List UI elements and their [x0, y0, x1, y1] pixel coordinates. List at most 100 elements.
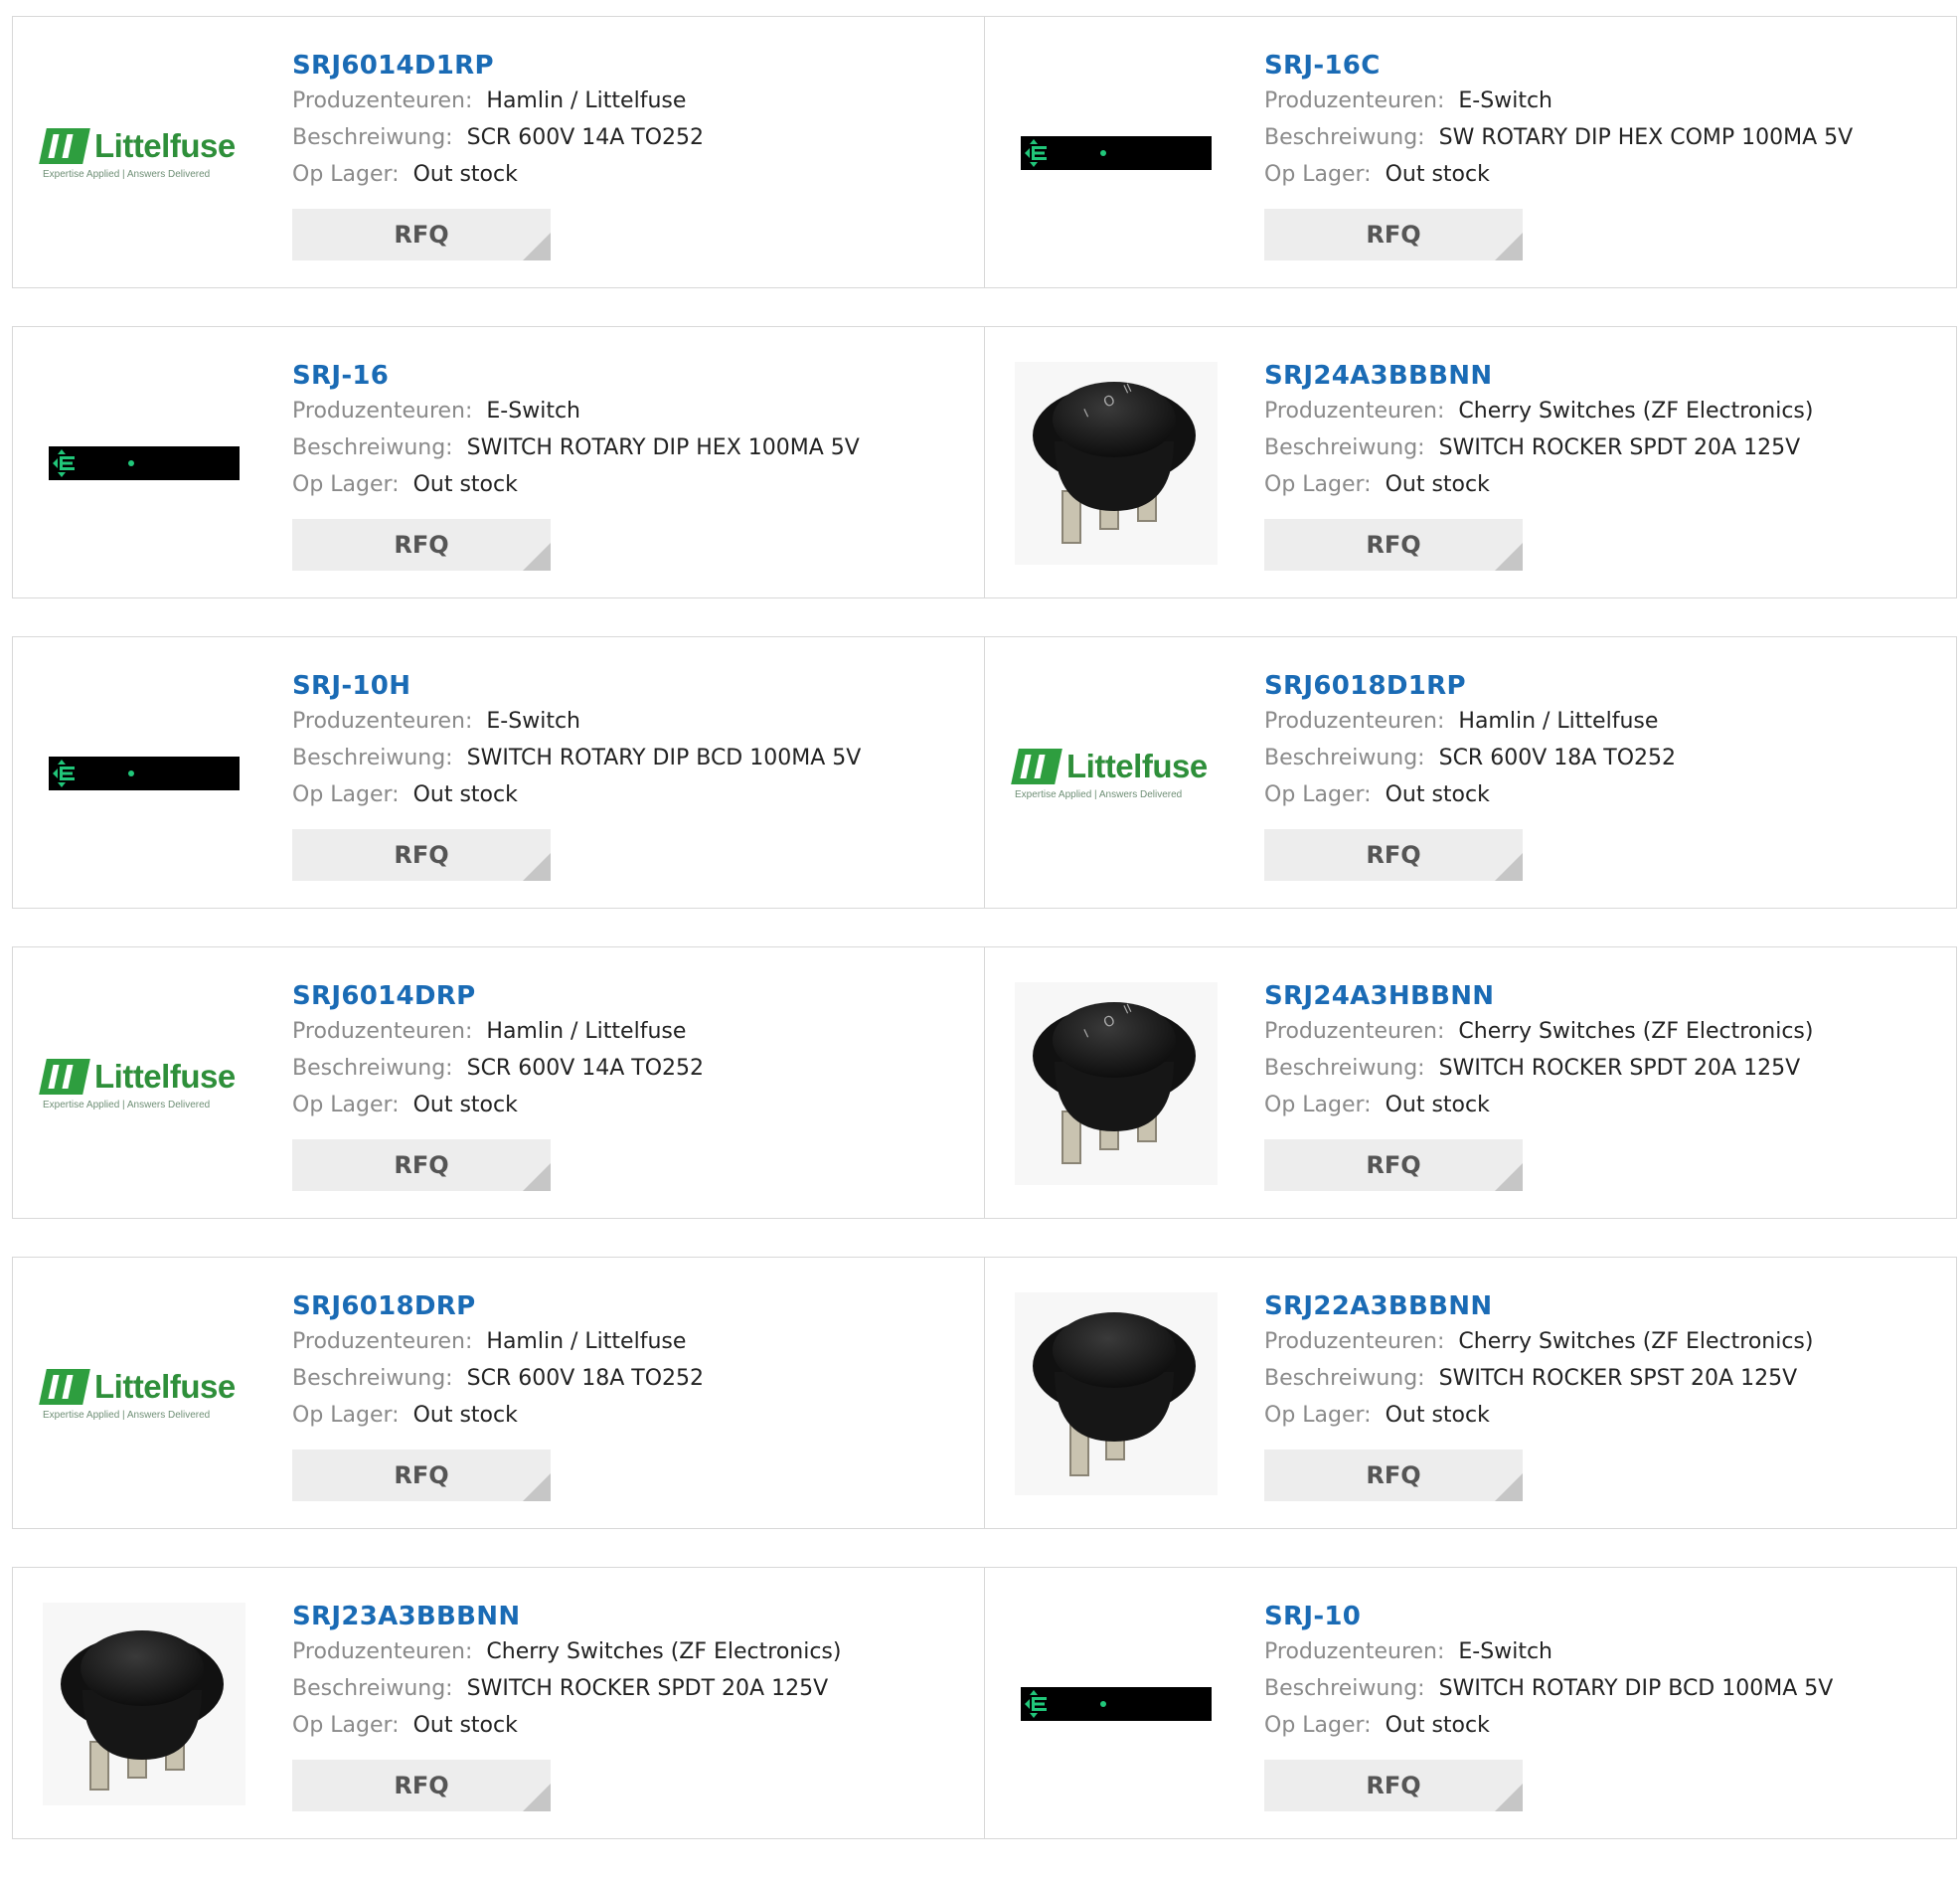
eswitch-dot-icon	[128, 460, 134, 466]
rfq-button[interactable]: RFQ	[1264, 1760, 1523, 1811]
description-line: Beschreiwung: SCR 600V 14A TO252	[292, 119, 974, 156]
part-number-link[interactable]: SRJ6014DRP	[292, 979, 974, 1013]
product-info: SRJ24A3BBBNN Produzenteuren: Cherry Switc…	[1264, 359, 1946, 571]
rocker-switch-3pin-image: I O II	[1015, 982, 1218, 1185]
stock-line: Op Lager: Out stock	[292, 776, 974, 813]
product-image[interactable]: Littelfuse Expertise Applied | Answers D…	[39, 947, 245, 1220]
part-number-link[interactable]: SRJ-16C	[1264, 49, 1946, 83]
stock-value: Out stock	[412, 1093, 518, 1117]
description-label: Beschreiwung:	[292, 1366, 453, 1391]
stock-value: Out stock	[1385, 782, 1490, 807]
product-image[interactable]: Littelfuse Expertise Applied | Answers D…	[39, 1258, 245, 1530]
description-label: Beschreiwung:	[1264, 746, 1425, 770]
manufacturer-label: Produzenteuren:	[292, 1639, 473, 1664]
product-image[interactable]	[43, 637, 245, 910]
description-value: SWITCH ROTARY DIP HEX 100MA 5V	[466, 435, 860, 460]
description-label: Beschreiwung:	[1264, 1056, 1425, 1081]
product-card: Littelfuse Expertise Applied | Answers D…	[12, 1257, 985, 1529]
description-line: Beschreiwung: SWITCH ROTARY DIP BCD 100MA…	[292, 740, 974, 776]
manufacturer-line: Produzenteuren: Cherry Switches (ZF Elect…	[1264, 1013, 1946, 1050]
rfq-button[interactable]: RFQ	[1264, 1450, 1523, 1501]
product-image[interactable]: Littelfuse Expertise Applied | Answers D…	[39, 17, 245, 289]
stock-label: Op Lager:	[1264, 472, 1372, 497]
part-number-link[interactable]: SRJ23A3BBBNN	[292, 1600, 974, 1633]
stock-line: Op Lager: Out stock	[1264, 1087, 1946, 1123]
stock-line: Op Lager: Out stock	[1264, 466, 1946, 503]
rfq-corner-icon	[523, 853, 551, 881]
part-number-link[interactable]: SRJ6018D1RP	[1264, 669, 1946, 703]
stock-line: Op Lager: Out stock	[292, 1397, 974, 1434]
manufacturer-line: Produzenteuren: Cherry Switches (ZF Elect…	[1264, 1323, 1946, 1360]
stock-value: Out stock	[412, 782, 518, 807]
description-label: Beschreiwung:	[292, 435, 453, 460]
product-image[interactable]: Littelfuse Expertise Applied | Answers D…	[1011, 637, 1218, 910]
product-info: SRJ-10H Produzenteuren: E-Switch Beschrei…	[292, 669, 974, 881]
product-row: Littelfuse Expertise Applied | Answers D…	[12, 16, 1957, 288]
part-number-link[interactable]: SRJ24A3BBBNN	[1264, 359, 1946, 393]
part-number-link[interactable]: SRJ-16	[292, 359, 974, 393]
product-card: SRJ-16 Produzenteuren: E-Switch Beschreiw…	[12, 326, 985, 598]
rfq-button[interactable]: RFQ	[292, 209, 551, 260]
part-number-link[interactable]: SRJ-10H	[292, 669, 974, 703]
part-number-link[interactable]: SRJ24A3HBBNN	[1264, 979, 1946, 1013]
stock-value: Out stock	[1385, 1093, 1490, 1117]
part-number-link[interactable]: SRJ-10	[1264, 1600, 1946, 1633]
description-value: SWITCH ROCKER SPST 20A 125V	[1438, 1366, 1798, 1391]
rfq-label: RFQ	[394, 1151, 449, 1179]
stock-label: Op Lager:	[292, 782, 400, 807]
rfq-button[interactable]: RFQ	[292, 519, 551, 571]
stock-line: Op Lager: Out stock	[1264, 776, 1946, 813]
manufacturer-value: Cherry Switches (ZF Electronics)	[1458, 1329, 1814, 1354]
rfq-button[interactable]: RFQ	[1264, 829, 1523, 881]
rfq-button[interactable]: RFQ	[1264, 209, 1523, 260]
product-card: SRJ-10 Produzenteuren: E-Switch Beschreiw…	[984, 1567, 1957, 1839]
product-grid: Littelfuse Expertise Applied | Answers D…	[12, 16, 1957, 1877]
rfq-button[interactable]: RFQ	[292, 1760, 551, 1811]
product-card: Littelfuse Expertise Applied | Answers D…	[12, 946, 985, 1219]
part-number-link[interactable]: SRJ6014D1RP	[292, 49, 974, 83]
product-card: Littelfuse Expertise Applied | Answers D…	[12, 16, 985, 288]
product-image[interactable]	[43, 327, 245, 599]
stock-label: Op Lager:	[1264, 1403, 1372, 1428]
rfq-button[interactable]: RFQ	[292, 829, 551, 881]
eswitch-dot-icon	[1100, 150, 1106, 156]
eswitch-dot-icon	[1100, 1701, 1106, 1707]
product-row: SRJ-16 Produzenteuren: E-Switch Beschreiw…	[12, 326, 1957, 598]
rfq-corner-icon	[1495, 1163, 1523, 1191]
product-image[interactable]	[1015, 1568, 1218, 1840]
stock-label: Op Lager:	[292, 1713, 400, 1738]
littelfuse-logo-tagline: Expertise Applied | Answers Delivered	[1015, 788, 1183, 800]
description-label: Beschreiwung:	[292, 1056, 453, 1081]
manufacturer-label: Produzenteuren:	[1264, 88, 1445, 113]
rfq-corner-icon	[523, 233, 551, 260]
description-value: SWITCH ROCKER SPDT 20A 125V	[1438, 435, 1801, 460]
littelfuse-mark-icon	[39, 1058, 90, 1095]
manufacturer-label: Produzenteuren:	[292, 1019, 473, 1044]
product-card: SRJ23A3BBBNN Produzenteuren: Cherry Switc…	[12, 1567, 985, 1839]
product-image[interactable]	[43, 1568, 245, 1840]
stock-label: Op Lager:	[292, 472, 400, 497]
rfq-button[interactable]: RFQ	[1264, 519, 1523, 571]
description-label: Beschreiwung:	[292, 1676, 453, 1701]
part-number-link[interactable]: SRJ6018DRP	[292, 1289, 974, 1323]
product-card: SRJ22A3BBBNN Produzenteuren: Cherry Switc…	[984, 1257, 1957, 1529]
manufacturer-line: Produzenteuren: Hamlin / Littelfuse	[292, 1013, 974, 1050]
eswitch-logo	[49, 757, 240, 790]
product-info: SRJ22A3BBBNN Produzenteuren: Cherry Switc…	[1264, 1289, 1946, 1501]
rfq-button[interactable]: RFQ	[1264, 1139, 1523, 1191]
product-info: SRJ6014D1RP Produzenteuren: Hamlin / Litt…	[292, 49, 974, 260]
part-number-link[interactable]: SRJ22A3BBBNN	[1264, 1289, 1946, 1323]
rfq-button[interactable]: RFQ	[292, 1139, 551, 1191]
stock-label: Op Lager:	[292, 1093, 400, 1117]
rfq-button[interactable]: RFQ	[292, 1450, 551, 1501]
rfq-corner-icon	[1495, 1473, 1523, 1501]
product-image[interactable]	[1015, 1258, 1218, 1530]
product-image[interactable]: I O II	[1015, 327, 1218, 599]
rocker-switch-3pin-image	[43, 1603, 245, 1805]
rfq-label: RFQ	[394, 531, 449, 559]
product-card: SRJ-16C Produzenteuren: E-Switch Beschrei…	[984, 16, 1957, 288]
product-row: SRJ23A3BBBNN Produzenteuren: Cherry Switc…	[12, 1567, 1957, 1839]
product-image[interactable]: I O II	[1015, 947, 1218, 1220]
description-line: Beschreiwung: SW ROTARY DIP HEX COMP 100M…	[1264, 119, 1946, 156]
product-image[interactable]	[1015, 17, 1218, 289]
